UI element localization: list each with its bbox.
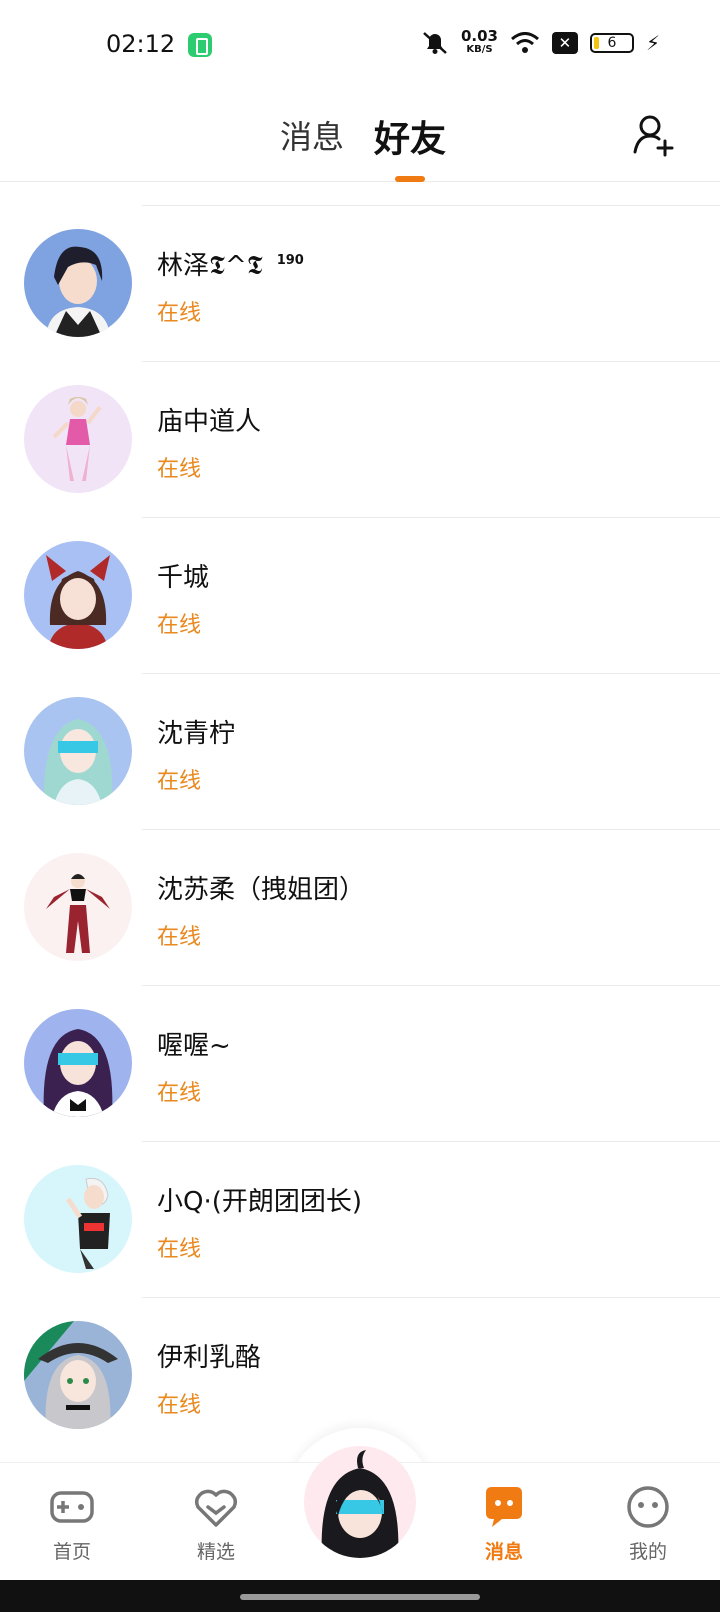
friend-status: 在线 <box>157 301 202 326</box>
active-tab-indicator <box>395 176 425 182</box>
friend-name: 庙中道人 <box>157 407 262 437</box>
nav-home-label: 首页 <box>52 1541 91 1563</box>
mute-bell-icon <box>423 32 447 54</box>
avatar[interactable] <box>24 697 132 805</box>
friend-name: 千城 <box>157 563 210 593</box>
avatar[interactable] <box>24 853 132 961</box>
net-speed: 0.03 KB/S <box>460 27 498 56</box>
battery-saver-icon <box>188 33 212 57</box>
top-header: 消息 好友 <box>0 90 720 182</box>
home-indicator[interactable] <box>240 1594 480 1600</box>
friend-status: 在线 <box>157 1237 202 1262</box>
face-icon <box>627 1486 669 1528</box>
nav-mine-label: 我的 <box>628 1541 667 1563</box>
status-time: 02:12 <box>106 30 176 58</box>
avatar[interactable] <box>24 1009 132 1117</box>
avatar[interactable] <box>24 1165 132 1273</box>
nav-home[interactable]: 首页 <box>22 1483 122 1564</box>
friend-row[interactable]: 小Q·(开朗团团长) 在线 <box>0 1141 720 1297</box>
friend-list: 林泽𝕿^𝕿 190 在线 庙中道人 在线 千城 在线 沈青柠 在线 沈苏柔（拽姐… <box>0 205 720 1453</box>
nav-featured-label: 精选 <box>196 1541 235 1563</box>
heart-box-icon <box>194 1489 238 1527</box>
chat-bubble-icon <box>486 1487 522 1527</box>
friend-name: 林泽𝕿^𝕿 190 <box>157 245 304 282</box>
nav-mine[interactable]: 我的 <box>598 1483 698 1564</box>
center-avatar-button[interactable] <box>304 1446 416 1558</box>
status-bar: 02:12 0.03 KB/S ✕ 6 ⚡ <box>0 0 720 90</box>
friend-status: 在线 <box>157 457 202 482</box>
tab-friends[interactable]: 好友 <box>374 110 446 162</box>
no-sim-icon: ✕ <box>551 32 578 54</box>
battery-icon: 6 <box>589 33 634 53</box>
charging-icon: ⚡ <box>645 31 660 55</box>
friend-name: 喔喔~ <box>157 1031 231 1061</box>
friend-row[interactable]: 沈青柠 在线 <box>0 673 720 829</box>
nav-featured[interactable]: 精选 <box>166 1483 266 1564</box>
battery-level: 6 <box>607 35 617 51</box>
gamepad-icon <box>50 1491 94 1523</box>
net-speed-value: 0.03 <box>460 27 498 45</box>
friend-name: 小Q·(开朗团团长) <box>157 1187 363 1217</box>
add-friend-icon[interactable] <box>632 112 678 158</box>
avatar[interactable] <box>24 229 132 337</box>
tab-messages[interactable]: 消息 <box>280 112 344 158</box>
nav-messages[interactable]: 消息 <box>454 1483 554 1564</box>
net-speed-unit: KB/S <box>466 44 493 55</box>
friend-status: 在线 <box>157 613 202 638</box>
friend-status: 在线 <box>157 1081 202 1106</box>
friend-name: 沈青柠 <box>157 719 236 749</box>
friend-level: 190 <box>276 253 304 269</box>
status-icons: 0.03 KB/S ✕ 6 ⚡ <box>421 27 660 56</box>
friend-name-text: 林泽𝕿^𝕿 <box>157 251 263 281</box>
system-nav-bar <box>0 1580 720 1612</box>
friend-row[interactable]: 庙中道人 在线 <box>0 361 720 517</box>
wifi-icon <box>510 32 539 53</box>
avatar[interactable] <box>24 541 132 649</box>
friend-name: 伊利乳酪 <box>157 1343 262 1373</box>
friend-row[interactable]: 千城 在线 <box>0 517 720 673</box>
friend-status: 在线 <box>157 769 202 794</box>
friend-name: 沈苏柔（拽姐团） <box>157 875 366 905</box>
friend-status: 在线 <box>157 1393 202 1418</box>
friend-status: 在线 <box>157 925 202 950</box>
avatar[interactable] <box>24 1321 132 1429</box>
avatar[interactable] <box>24 385 132 493</box>
friend-row[interactable]: 喔喔~ 在线 <box>0 985 720 1141</box>
friend-row[interactable]: 沈苏柔（拽姐团） 在线 <box>0 829 720 985</box>
nav-messages-label: 消息 <box>484 1541 523 1563</box>
friend-row[interactable]: 林泽𝕿^𝕿 190 在线 <box>0 205 720 361</box>
